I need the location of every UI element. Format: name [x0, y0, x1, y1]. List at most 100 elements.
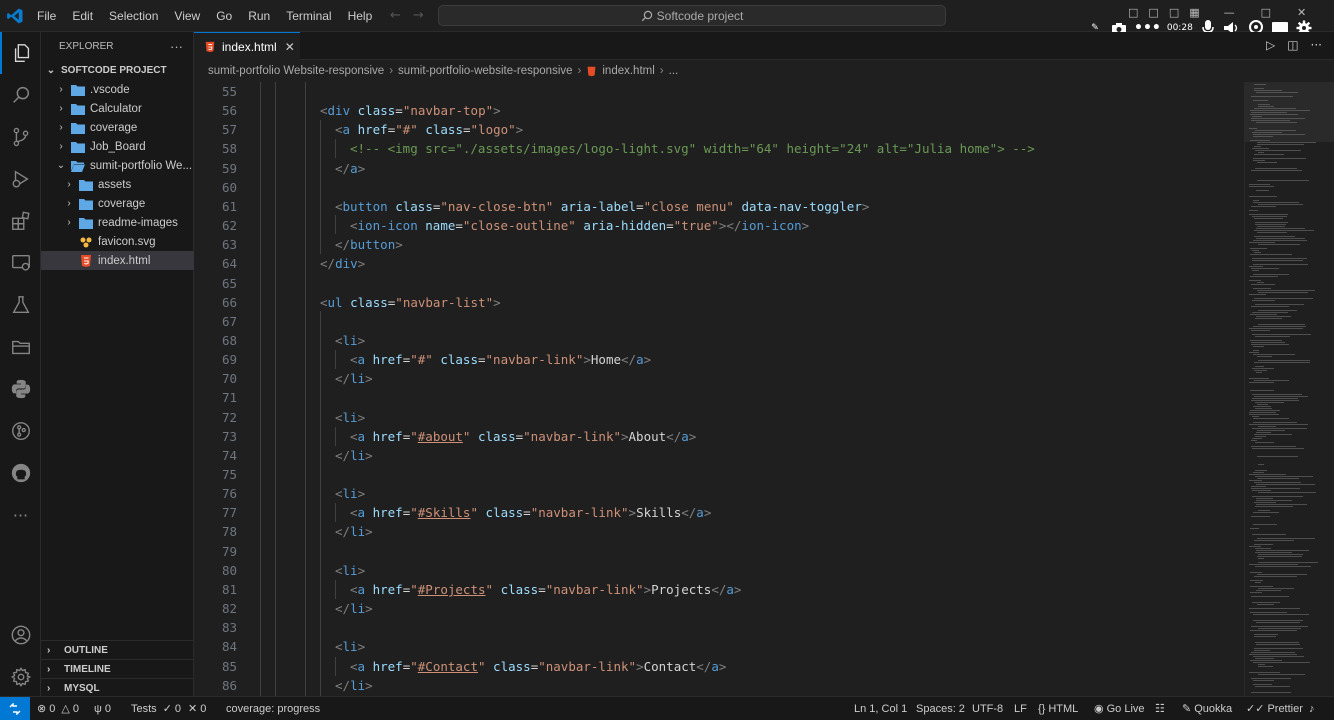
section-label: OUTLINE: [64, 644, 108, 656]
tree-item-favicon[interactable]: favicon.svg: [41, 232, 194, 251]
accounts-icon[interactable]: [0, 614, 41, 656]
menu-selection[interactable]: Selection: [109, 9, 158, 23]
remote-explorer-icon[interactable]: [0, 242, 41, 284]
minimap-line: [1251, 330, 1270, 331]
cursor-position[interactable]: Ln 1, Col 1: [854, 697, 907, 720]
forward-arrow-icon[interactable]: →: [413, 8, 436, 23]
run-debug-icon[interactable]: [0, 158, 41, 200]
github-icon[interactable]: [0, 452, 41, 494]
minimap-line: [1252, 448, 1304, 449]
menu-edit[interactable]: Edit: [72, 9, 93, 23]
more-views-icon[interactable]: ···: [0, 494, 41, 536]
tree-item-sumit-portfolio[interactable]: ⌄ sumit-portfolio We...: [41, 156, 194, 175]
minimap-line: [1257, 404, 1268, 405]
run-icon[interactable]: ▷: [1266, 38, 1275, 52]
end-of-line[interactable]: LF: [1014, 697, 1027, 720]
minimap-line: [1255, 150, 1301, 151]
ports-indicator[interactable]: ψ0: [94, 697, 111, 720]
git-graph-icon[interactable]: [0, 410, 41, 452]
code-line: <li>: [335, 410, 366, 425]
testing-flask-icon[interactable]: [0, 284, 41, 326]
menu-view[interactable]: View: [174, 9, 200, 23]
minimap-line: [1252, 258, 1307, 259]
minimap-line: [1252, 300, 1275, 301]
tests-indicator[interactable]: Tests ✓ 0 ✕ 0: [131, 697, 206, 720]
language-mode[interactable]: {} HTML: [1038, 697, 1078, 720]
minimap-line: [1254, 230, 1314, 231]
title-bar: File Edit Selection View Go Run Terminal…: [0, 0, 1334, 36]
remote-indicator[interactable]: [0, 697, 30, 720]
menu-run[interactable]: Run: [248, 9, 270, 23]
breadcrumb-item[interactable]: ...: [669, 65, 679, 77]
explorer-icon[interactable]: [0, 32, 41, 74]
breadcrumb-item[interactable]: sumit-portfolio Website-responsive: [208, 65, 384, 77]
code-line: </a>: [335, 161, 366, 176]
minimap-line: [1252, 394, 1302, 395]
source-control-icon[interactable]: [0, 116, 41, 158]
coverage-status[interactable]: coverage: progress: [226, 697, 320, 720]
minimap-line: [1249, 654, 1297, 655]
problems-indicator[interactable]: ⊗ 0 △ 0: [37, 697, 79, 720]
menu-go[interactable]: Go: [216, 9, 232, 23]
copilot-icon[interactable]: ☷: [1155, 697, 1165, 720]
line-number: 63: [221, 237, 237, 252]
editor-more-icon[interactable]: ···: [1311, 38, 1322, 52]
breadcrumb-item[interactable]: index.html: [602, 65, 654, 77]
minimap-line: [1254, 146, 1261, 147]
menu-terminal[interactable]: Terminal: [286, 9, 331, 23]
tree-item-index-html[interactable]: index.html: [41, 251, 194, 270]
prettier-label: Prettier: [1267, 702, 1303, 715]
close-tab-icon[interactable]: ✕: [285, 40, 295, 54]
breadcrumb-item[interactable]: sumit-portfolio-website-responsive: [398, 65, 572, 77]
minimap-line: [1258, 324, 1305, 325]
tree-item-assets[interactable]: › assets: [41, 175, 194, 194]
minimap-line: [1250, 586, 1273, 587]
go-live-button[interactable]: ◉ Go Live: [1094, 697, 1145, 720]
minimap-line: [1250, 314, 1277, 315]
activity-bar: ···: [0, 32, 41, 696]
menu-file[interactable]: File: [37, 9, 56, 23]
split-editor-icon[interactable]: ◫: [1287, 38, 1298, 52]
code-editor[interactable]: 55 56 <div class="navbar-top"> 57 <a href="#…: [194, 82, 1244, 696]
encoding[interactable]: UTF-8: [972, 697, 1003, 720]
menu-help[interactable]: Help: [348, 9, 373, 23]
tree-item-calculator[interactable]: › Calculator: [41, 99, 194, 118]
minimap-line: [1257, 162, 1277, 163]
notifications-bell-icon[interactable]: ♪: [1309, 697, 1315, 720]
tab-index-html[interactable]: index.html ✕: [194, 32, 300, 60]
minimap-line: [1253, 326, 1306, 327]
minimap-line: [1254, 648, 1303, 649]
tree-item-readme-images[interactable]: › readme-images: [41, 213, 194, 232]
minimap[interactable]: [1244, 82, 1334, 696]
tests-passed: 0: [174, 702, 182, 715]
folder-icon: [71, 122, 85, 134]
code-line: <li>: [335, 639, 366, 654]
explorer-more-icon[interactable]: ···: [170, 39, 183, 54]
quokka-button[interactable]: ✎ Quokka: [1182, 697, 1232, 720]
minimap-line: [1253, 418, 1289, 419]
python-icon[interactable]: [0, 368, 41, 410]
minimap-line: [1255, 658, 1274, 659]
extensions-icon[interactable]: [0, 200, 41, 242]
manage-gear-icon[interactable]: [0, 656, 41, 698]
indent-guide: [335, 657, 336, 676]
minimap-line: [1258, 562, 1318, 563]
outline-section[interactable]: › OUTLINE: [41, 640, 194, 659]
indentation[interactable]: Spaces: 2: [916, 697, 965, 720]
tree-item-job-board[interactable]: › Job_Board: [41, 137, 194, 156]
prettier-button[interactable]: ✓✓ Prettier: [1246, 697, 1303, 720]
minimap-line: [1253, 512, 1279, 513]
tree-item-vscode[interactable]: › .vscode: [41, 80, 194, 99]
minimap-slider[interactable]: [1245, 82, 1334, 142]
tree-item-coverage[interactable]: › coverage: [41, 118, 194, 137]
project-manager-icon[interactable]: [0, 326, 41, 368]
command-center[interactable]: Softcode project: [438, 5, 946, 26]
code-line: </li>: [335, 371, 373, 386]
tree-item-coverage-sub[interactable]: › coverage: [41, 194, 194, 213]
project-root[interactable]: ⌄ SOFTCODE PROJECT: [41, 61, 194, 80]
warning-count: 0: [72, 702, 79, 715]
back-arrow-icon[interactable]: ←: [390, 8, 413, 23]
timeline-section[interactable]: › TIMELINE: [41, 659, 194, 678]
mysql-section[interactable]: › MYSQL: [41, 678, 194, 697]
search-icon[interactable]: [0, 74, 41, 116]
